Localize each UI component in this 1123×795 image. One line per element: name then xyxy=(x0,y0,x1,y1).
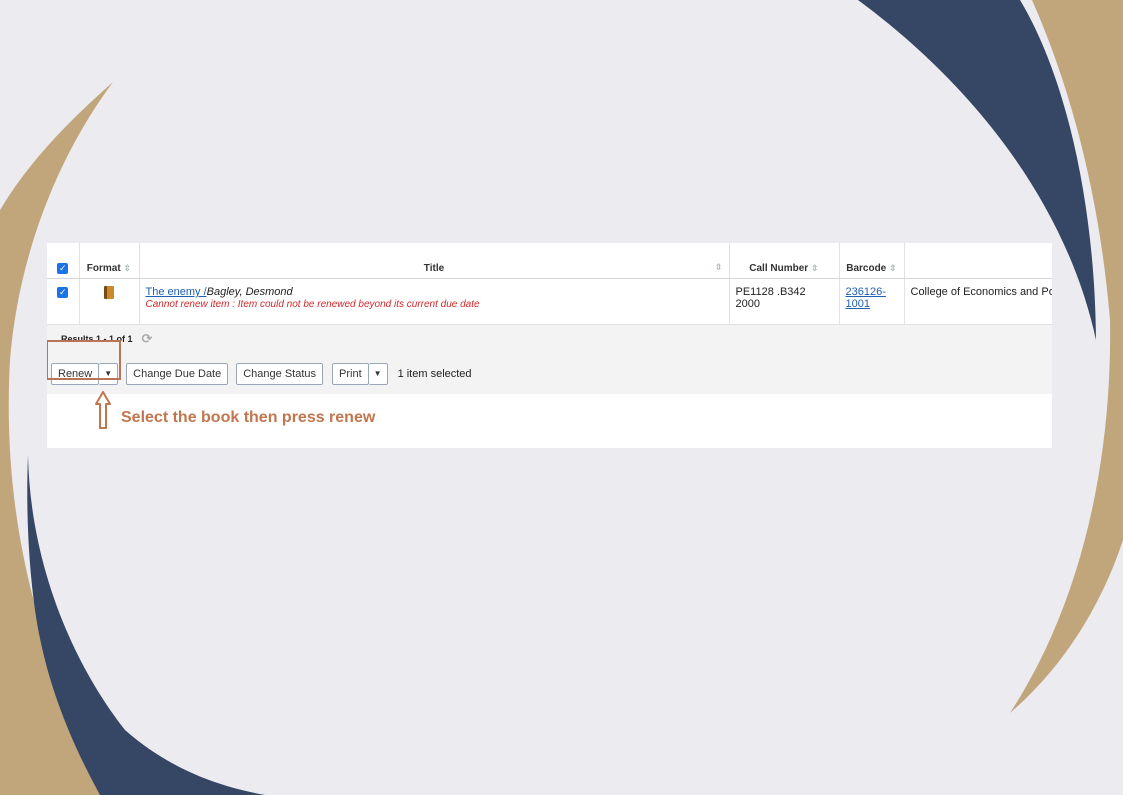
select-all-cell[interactable]: ✓ xyxy=(47,243,80,279)
table-header-row: ✓ Format ⇳ Title ⇳ Call Number ⇳ Barcode ⇳ xyxy=(47,243,1052,279)
title-cell: The enemy /Bagley, Desmond Cannot renew … xyxy=(139,278,730,325)
print-button-group: Print ▼ xyxy=(332,362,388,385)
circulation-screenshot: ✓ Format ⇳ Title ⇳ Call Number ⇳ Barcode ⇳ ✓… xyxy=(47,243,1052,448)
caret-down-icon: ▼ xyxy=(373,369,382,378)
barcode-cell: 236126- 1001 xyxy=(839,278,905,325)
caret-down-icon: ▼ xyxy=(104,369,113,378)
change-due-date-button[interactable]: Change Due Date xyxy=(126,362,229,385)
format-cell xyxy=(79,278,140,325)
renew-button-group: Renew ▼ xyxy=(51,362,119,385)
items-table: ✓ Format ⇳ Title ⇳ Call Number ⇳ Barcode ⇳ ✓… xyxy=(47,243,1052,325)
call-number-cell: PE1128 .B342 2000 xyxy=(729,278,840,325)
barcode-link[interactable]: 236126- 1001 xyxy=(846,286,886,310)
title-header[interactable]: Title ⇳ xyxy=(139,243,730,279)
action-bar: Renew ▼ Change Due Date Change Status Pr… xyxy=(47,353,1052,394)
author-name: Bagley, Desmond xyxy=(206,286,293,298)
sort-icon[interactable]: ⇳ xyxy=(715,262,723,273)
results-count: Results 1 - 1 of 1 xyxy=(61,334,133,344)
sort-icon[interactable]: ⇳ xyxy=(811,263,819,273)
format-header[interactable]: Format ⇳ xyxy=(79,243,140,279)
change-status-button[interactable]: Change Status xyxy=(236,362,324,385)
book-icon xyxy=(104,286,114,299)
barcode-header[interactable]: Barcode ⇳ xyxy=(839,243,905,279)
results-bar: Results 1 - 1 of 1 ⟳ xyxy=(47,325,1052,353)
arrow-up-icon xyxy=(95,391,111,429)
renew-error-message: Cannot renew item : Item could not be re… xyxy=(145,299,480,310)
select-all-checkbox[interactable]: ✓ xyxy=(57,263,69,274)
title-link[interactable]: The enemy / xyxy=(146,286,207,298)
renew-button[interactable]: Renew xyxy=(51,362,100,385)
table-row[interactable]: ✓ The enemy /Bagley, Desmond Cannot rene… xyxy=(47,278,1052,325)
renew-dropdown-toggle[interactable]: ▼ xyxy=(99,362,119,385)
row-select-cell[interactable]: ✓ xyxy=(47,278,80,325)
call-number-header[interactable]: Call Number ⇳ xyxy=(729,243,840,279)
selection-count: 1 item selected xyxy=(397,367,472,380)
sort-icon[interactable]: ⇳ xyxy=(889,263,897,273)
location-header xyxy=(904,243,1052,279)
row-checkbox[interactable]: ✓ xyxy=(57,287,69,298)
print-dropdown-toggle[interactable]: ▼ xyxy=(368,362,388,385)
instruction-annotation: Select the book then press renew xyxy=(121,409,376,426)
print-button[interactable]: Print xyxy=(332,362,369,385)
location-cell: College of Economics and Po xyxy=(904,278,1052,325)
sort-icon[interactable]: ⇳ xyxy=(124,263,132,273)
refresh-icon[interactable]: ⟳ xyxy=(142,331,153,347)
